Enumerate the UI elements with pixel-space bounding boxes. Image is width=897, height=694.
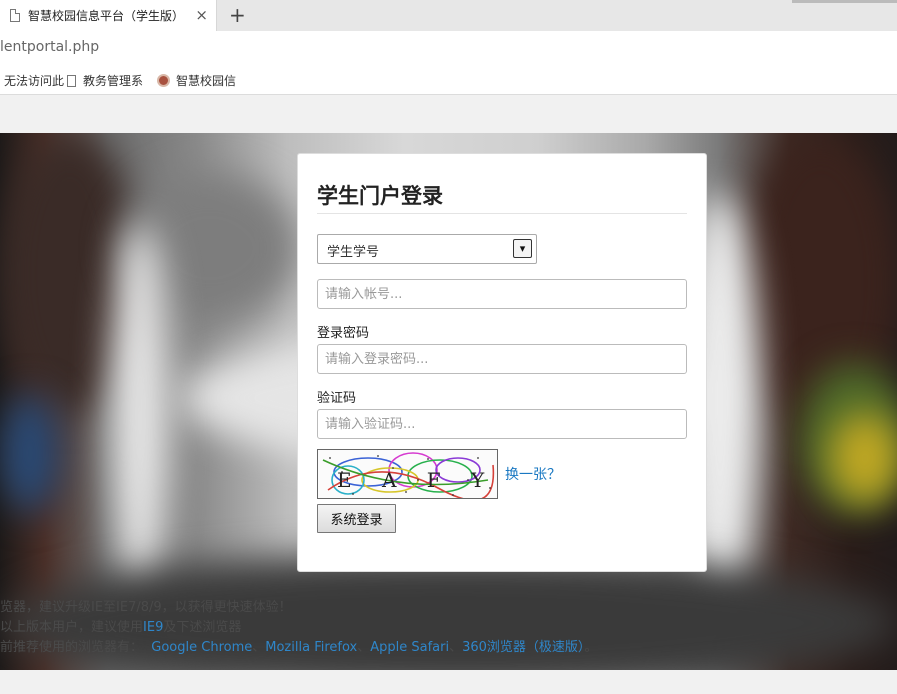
bookmark-label: 智慧校园信: [176, 74, 237, 88]
account-type-select[interactable]: 学生学号 ▾: [317, 234, 537, 264]
account-input[interactable]: [317, 279, 687, 309]
new-tab-icon[interactable]: +: [229, 3, 246, 27]
window-edge: [792, 0, 897, 3]
chevron-down-icon[interactable]: ▾: [513, 239, 532, 258]
bookmark-item[interactable]: 教务管理系: [67, 72, 143, 89]
notice-line: 以上版本用户，建议使用IE9及下述浏览器: [0, 618, 597, 638]
period: 。: [584, 640, 598, 655]
page-icon: [10, 9, 20, 22]
browser-tab-strip: 智慧校园信息平台（学生版） × +: [0, 0, 897, 31]
captcha-input[interactable]: [317, 409, 687, 439]
bg-blob: [0, 393, 60, 513]
url-text[interactable]: lentportal.php: [0, 39, 99, 55]
separator: 、: [449, 640, 463, 655]
refresh-captcha-link[interactable]: 换一张？: [505, 464, 561, 484]
separator: 、: [357, 640, 371, 655]
chrome-link[interactable]: Google Chrome: [151, 640, 252, 655]
password-label: 登录密码: [317, 326, 370, 341]
divider: [317, 213, 687, 214]
captcha-text: E A F Y: [337, 468, 496, 492]
page-title: 学生门户登录: [317, 184, 443, 208]
bg-blob: [110, 223, 170, 603]
ie9-text: IE9: [143, 620, 164, 635]
address-bar[interactable]: lentportal.php: [0, 31, 897, 63]
notice-text: 以上版本用户，建议使用: [0, 620, 144, 635]
360-browser-link[interactable]: 360浏览器（极速版）: [462, 640, 584, 655]
captcha-text-layer: E A F Y: [337, 468, 496, 492]
password-input[interactable]: [317, 344, 687, 374]
notice-line: 前推荐使用的浏览器有： Google Chrome、Mozilla Firefo…: [0, 638, 597, 658]
browser-tab[interactable]: 智慧校园信息平台（学生版） ×: [0, 0, 217, 31]
bg-blob: [830, 413, 897, 503]
browser-notice: 览器，建议升级IE至IE7/8/9，以获得更快速体验！ 以上版本用户，建议使用I…: [0, 598, 597, 658]
page-bottom-margin: [0, 670, 897, 694]
login-button[interactable]: 系统登录: [317, 504, 396, 533]
firefox-link[interactable]: Mozilla Firefox: [265, 640, 357, 655]
notice-text: 前推荐使用的浏览器有：: [0, 640, 144, 655]
tab-title: 智慧校园信息平台（学生版）: [28, 9, 185, 23]
bookmark-label: 无法访问此: [4, 74, 65, 88]
notice-line: 览器，建议升级IE至IE7/8/9，以获得更快速体验！: [0, 598, 597, 618]
favicon-icon: [157, 74, 170, 87]
account-type-value: 学生学号: [327, 245, 380, 260]
notice-text: 览器，建议升级IE至IE7/8/9，以获得更快速体验！: [0, 600, 292, 615]
bookmark-item[interactable]: 智慧校园信: [157, 72, 236, 89]
separator: 、: [252, 640, 266, 655]
close-icon[interactable]: ×: [195, 6, 208, 24]
bookmarks-bar: 无法访问此 教务管理系 智慧校园信: [0, 63, 897, 95]
notice-text: 及下述浏览器: [163, 620, 242, 635]
bookmark-label: 教务管理系: [83, 74, 144, 88]
bookmark-item[interactable]: 无法访问此: [0, 72, 64, 89]
safari-link[interactable]: Apple Safari: [370, 640, 449, 655]
page-icon: [67, 74, 76, 87]
page-top-margin: [0, 95, 897, 133]
login-panel: 学生门户登录 学生学号 ▾ 登录密码 验证码: [297, 153, 707, 572]
captcha-label: 验证码: [317, 391, 357, 406]
